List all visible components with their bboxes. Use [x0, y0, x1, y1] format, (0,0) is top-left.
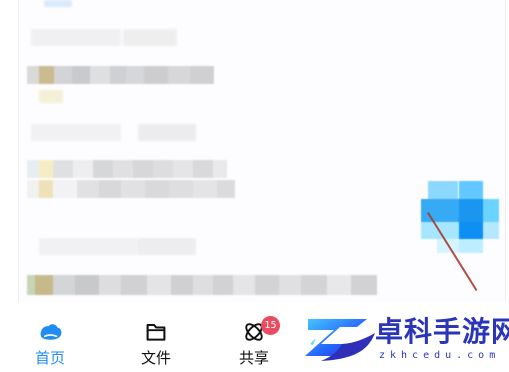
blurred-title-row-2-end: [138, 124, 196, 141]
blurred-title-row-3: [39, 238, 137, 255]
tab-share[interactable]: 15 共享: [222, 316, 286, 370]
mobile-screenshot: 首页 文件 15 共享 卓科手游网 zkhcedu.com: [0, 0, 509, 372]
blurred-top-icon: [44, 0, 72, 7]
zkh-logo-icon: [305, 319, 375, 361]
watermark-subtitle: zkhcedu.com: [379, 350, 501, 361]
share-notification-badge: 15: [261, 316, 280, 335]
watermark-title: 卓科手游网: [375, 315, 509, 348]
tab-files[interactable]: 文件: [124, 318, 188, 370]
blurred-title-row-1: [31, 29, 121, 46]
blurred-title-row-3-end: [137, 238, 196, 255]
tab-files-label: 文件: [140, 349, 171, 367]
blurred-meta-row-2: [27, 160, 227, 178]
cloud-home-icon: [40, 324, 62, 340]
blurred-icon-row-1: [39, 90, 63, 103]
watermark-overlay: 卓科手游网 zkhcedu.com: [303, 311, 509, 368]
blurred-meta-row-2b: [27, 180, 235, 198]
folder-icon: [146, 323, 166, 341]
blurred-content-list: [18, 0, 506, 302]
tab-home-label: 首页: [34, 349, 65, 367]
blurred-meta-row-1: [27, 66, 214, 84]
tab-share-label: 共享: [238, 349, 269, 367]
blurred-title-row-2: [31, 124, 121, 141]
blurred-meta-row-3: [27, 275, 377, 295]
blurred-title-row-1-end: [123, 29, 177, 46]
tab-home[interactable]: 首页: [18, 318, 82, 370]
